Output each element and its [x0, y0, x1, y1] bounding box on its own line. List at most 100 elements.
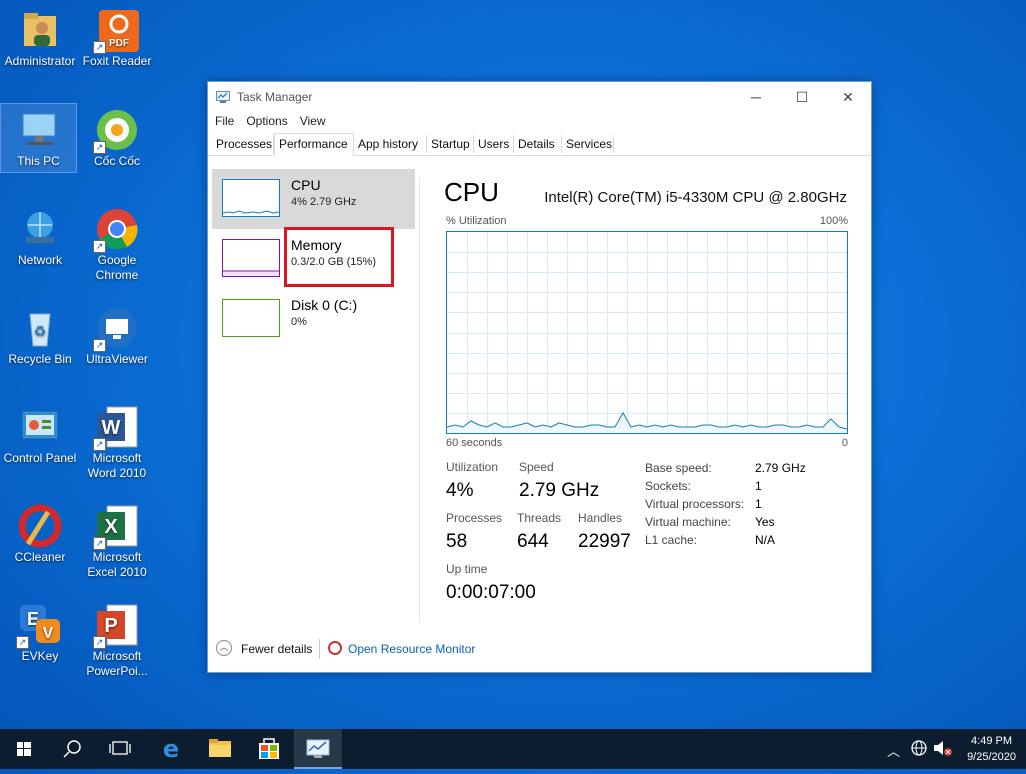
taskbar: e ︿ 4:49 PM 9/25/2020	[0, 729, 1026, 769]
tab-processes[interactable]: Processes	[212, 135, 274, 153]
task-manager-app-icon	[216, 90, 230, 103]
graph-time-label: 60 seconds	[446, 437, 503, 449]
start-button[interactable]	[0, 729, 48, 769]
graph-min-label: 0	[841, 437, 848, 449]
shortcut-arrow-icon: ↗	[93, 240, 106, 253]
resource-item-cpu[interactable]: CPU 4% 2.79 GHz	[212, 169, 415, 229]
desktop-icon-powerpoint-2010[interactable]: P ↗ Microsoft PowerPoi...	[77, 603, 157, 679]
network-globe-icon	[18, 207, 62, 251]
desktop-icon-foxit-reader[interactable]: PDF ↗ Foxit Reader	[77, 8, 157, 69]
desktop-icon-ultraviewer[interactable]: ↗ UltraViewer	[77, 306, 157, 367]
minimize-button[interactable]: ─	[733, 82, 779, 112]
computer-icon	[17, 108, 61, 152]
speed-value: 2.79 GHz	[519, 480, 600, 501]
disk-thumbnail-graph	[222, 299, 280, 337]
desktop-icon-ccleaner[interactable]: CCleaner	[0, 504, 80, 565]
clock-date: 9/25/2020	[967, 751, 1016, 763]
desktop-icon-label: Cốc Cốc	[93, 154, 140, 168]
taskbar-file-explorer[interactable]	[196, 729, 244, 769]
graph-max-label: 100%	[819, 215, 848, 227]
desktop-icon-network[interactable]: Network	[0, 207, 80, 268]
spec-key: L1 cache:	[645, 533, 698, 547]
tab-services[interactable]: Services	[562, 135, 614, 153]
processes-label: Processes	[446, 511, 503, 525]
spec-value: Yes	[755, 515, 775, 529]
pane-divider[interactable]	[419, 177, 420, 622]
svg-text:e: e	[163, 735, 179, 763]
desktop-icon-control-panel[interactable]: Control Panel	[0, 405, 80, 466]
desktop-icon-label: Google Chrome	[95, 253, 139, 282]
volume-muted-icon[interactable]	[932, 739, 952, 760]
taskbar-store[interactable]	[245, 729, 293, 769]
network-globe-tray-icon[interactable]	[910, 739, 928, 760]
chrome-icon: ↗	[93, 207, 139, 253]
footer-separator	[319, 639, 320, 659]
svg-text:PDF: PDF	[109, 38, 129, 49]
threads-value: 644	[517, 531, 549, 552]
excel-icon: X ↗	[93, 504, 139, 550]
desktop-icon-label: UltraViewer	[86, 352, 148, 366]
maximize-button[interactable]: ☐	[779, 82, 825, 112]
graph-utilization-label: % Utilization	[446, 215, 507, 227]
menu-view[interactable]: View	[293, 112, 331, 128]
handles-value: 22997	[578, 531, 631, 552]
task-manager-icon	[306, 739, 330, 758]
resource-value: 4% 2.79 GHz	[291, 196, 357, 208]
tab-details[interactable]: Details	[514, 135, 562, 153]
taskbar-edge[interactable]: e	[147, 729, 195, 769]
desktop-icon-label: Recycle Bin	[8, 352, 72, 366]
task-view-button[interactable]	[96, 729, 144, 769]
spec-value: 1	[755, 479, 762, 493]
desktop-icon-label: CCleaner	[14, 550, 66, 564]
window-title: Task Manager	[237, 90, 313, 104]
window-footer: ︿ Fewer details Open Resource Monitor	[208, 627, 871, 672]
task-view-icon	[109, 741, 131, 755]
tab-startup[interactable]: Startup	[427, 135, 474, 153]
fewer-details-button[interactable]: Fewer details	[241, 642, 312, 656]
tab-app-history[interactable]: App history	[354, 135, 427, 153]
search-icon	[63, 740, 81, 758]
coc-coc-browser-icon: ↗	[93, 108, 139, 154]
windows-logo-icon	[17, 742, 31, 756]
powerpoint-icon: P ↗	[93, 603, 139, 649]
utilization-value: 4%	[446, 480, 474, 501]
word-icon: W ↗	[93, 405, 139, 451]
resource-name: CPU	[291, 177, 321, 193]
uptime-value: 0:00:07:00	[446, 582, 536, 603]
desktop-icon-word-2010[interactable]: W ↗ Microsoft Word 2010	[77, 405, 157, 481]
control-panel-icon	[18, 405, 62, 449]
open-resource-monitor-link[interactable]: Open Resource Monitor	[348, 642, 475, 656]
svg-text:X: X	[104, 516, 118, 538]
tab-performance[interactable]: Performance	[274, 133, 354, 156]
desktop-icon-google-chrome[interactable]: ↗ Google Chrome	[77, 207, 157, 283]
resource-item-disk[interactable]: Disk 0 (C:) 0%	[212, 289, 415, 349]
desktop-icon-this-pc[interactable]: This PC	[0, 103, 77, 173]
search-button[interactable]	[48, 729, 96, 769]
tab-users[interactable]: Users	[474, 135, 514, 153]
desktop-icon-label: This PC	[17, 154, 60, 168]
desktop-icon-recycle-bin[interactable]: ♻ Recycle Bin	[0, 306, 80, 367]
resource-monitor-icon	[328, 641, 342, 655]
uptime-label: Up time	[446, 562, 488, 576]
ccleaner-icon	[18, 504, 62, 548]
desktop-icon-evkey[interactable]: EV ↗ EVKey	[0, 603, 80, 664]
desktop-icon-administrator[interactable]: Administrator	[0, 8, 80, 69]
desktop-icon-coc-coc[interactable]: ↗ Cốc Cốc	[77, 108, 157, 169]
title-bar[interactable]: Task Manager ─ ☐ ✕	[208, 82, 871, 112]
evkey-icon: EV ↗	[16, 603, 62, 649]
chevron-up-icon[interactable]: ︿	[216, 640, 232, 656]
user-folder-icon	[18, 8, 62, 52]
menu-file[interactable]: File	[208, 112, 239, 128]
shortcut-arrow-icon: ↗	[93, 141, 106, 154]
taskbar-task-manager[interactable]	[294, 729, 342, 769]
memory-thumbnail-graph	[222, 239, 280, 277]
spec-key: Base speed:	[645, 461, 712, 475]
edge-browser-icon: e	[163, 735, 179, 763]
desktop-icon-label: Microsoft Excel 2010	[87, 550, 147, 579]
show-hidden-icons-chevron-icon[interactable]: ︿	[887, 741, 900, 760]
close-button[interactable]: ✕	[825, 82, 871, 112]
system-clock[interactable]: 4:49 PM 9/25/2020	[967, 733, 1016, 765]
desktop-icon-excel-2010[interactable]: X ↗ Microsoft Excel 2010	[77, 504, 157, 580]
store-bag-icon	[259, 738, 279, 759]
menu-options[interactable]: Options	[239, 112, 292, 128]
